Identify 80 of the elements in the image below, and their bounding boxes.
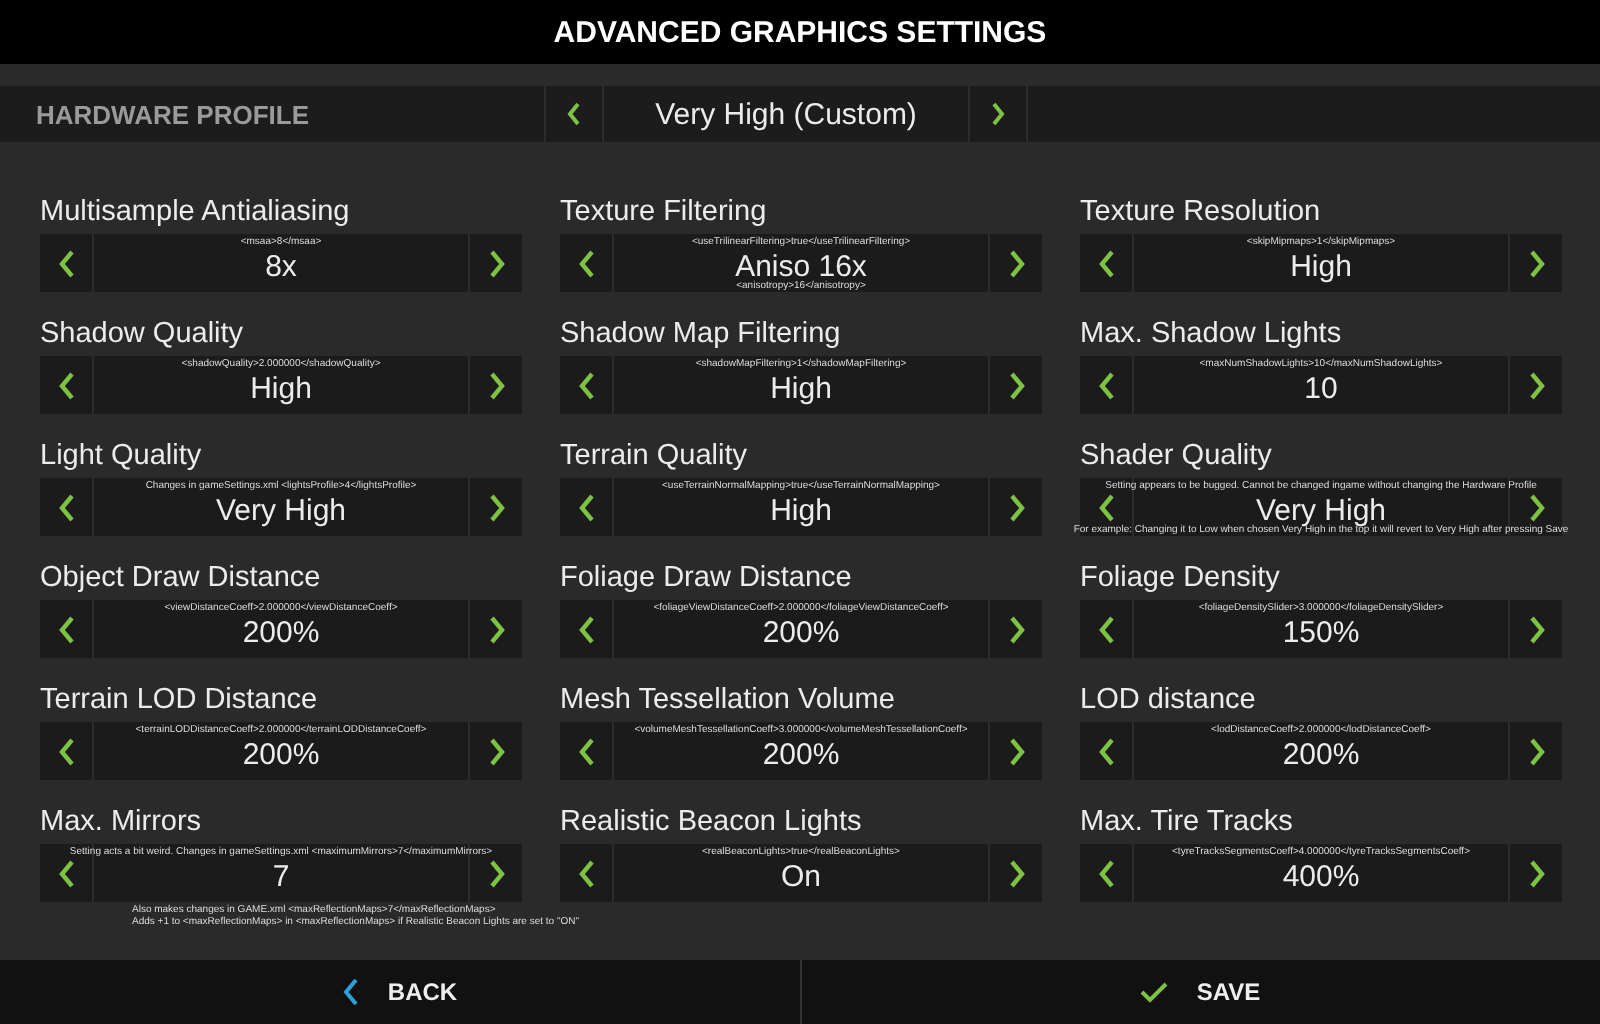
chevron-left-icon	[57, 371, 75, 399]
chevron-right-icon	[1007, 493, 1025, 521]
setting-value: 200%	[762, 738, 840, 772]
setting-label: LOD distance	[1080, 684, 1258, 718]
chevron-right-icon	[1007, 737, 1025, 765]
setting-label: Realistic Beacon Lights	[560, 806, 864, 840]
chevron-right-icon	[1527, 493, 1545, 521]
chevron-left-icon	[577, 737, 595, 765]
chevron-left-icon	[57, 859, 75, 887]
setting-label: Shader Quality	[1080, 440, 1274, 474]
setting-value: Aniso 16x	[735, 250, 867, 284]
chevron-left-icon	[57, 249, 75, 277]
chevron-right-icon	[1007, 859, 1025, 887]
chevron-right-icon	[487, 737, 505, 765]
chevron-right-icon	[1527, 737, 1545, 765]
chevron-left-icon	[577, 615, 595, 643]
chevron-left-icon	[1097, 615, 1115, 643]
window-title: ADVANCED GRAPHICS SETTINGS	[553, 15, 1047, 49]
chevron-left-icon	[577, 371, 595, 399]
chevron-left-icon	[1097, 249, 1115, 277]
chevron-left-icon	[57, 493, 75, 521]
check-icon	[1140, 981, 1169, 1003]
chevron-left-icon	[566, 102, 582, 126]
chevron-right-icon	[1527, 859, 1545, 887]
next-button[interactable]	[968, 86, 1028, 142]
setting-label: Object Draw Distance	[40, 562, 323, 596]
chevron-left-icon	[1097, 493, 1115, 521]
profile-label: HARDWARE PROFILE	[34, 99, 311, 129]
setting-value: 400%	[1282, 860, 1360, 894]
chevron-right-icon	[1007, 249, 1025, 277]
chevron-right-icon	[990, 102, 1006, 126]
chevron-right-icon	[487, 615, 505, 643]
chevron-right-icon	[487, 493, 505, 521]
setting-label: Texture Resolution	[1080, 196, 1323, 230]
setting-label: Terrain Quality	[560, 440, 749, 474]
setting-value: 200%	[242, 616, 320, 650]
setting-value: Very High	[215, 494, 347, 528]
setting-label: Foliage Density	[1080, 562, 1282, 596]
chevron-left-icon	[1097, 371, 1115, 399]
setting-label: Shadow Quality	[40, 318, 246, 352]
chevron-left-icon	[577, 493, 595, 521]
chevron-left-icon	[57, 615, 75, 643]
setting-value: On	[780, 860, 821, 894]
setting-value: High	[770, 372, 832, 406]
chevron-left-icon	[577, 249, 595, 277]
setting-label: Max. Tire Tracks	[1080, 806, 1295, 840]
setting-value: High	[770, 494, 832, 528]
setting-label: Multisample Antialiasing	[40, 196, 352, 230]
previous-button[interactable]	[544, 86, 604, 142]
chevron-right-icon	[487, 371, 505, 399]
setting-label: Shadow Map Filtering	[560, 318, 843, 352]
setting-label: Foliage Draw Distance	[560, 562, 854, 596]
chevron-left-icon	[57, 737, 75, 765]
setting-value: 150%	[1282, 616, 1360, 650]
setting-value: 200%	[762, 616, 840, 650]
chevron-right-icon	[1527, 615, 1545, 643]
setting-label: Mesh Tessellation Volume	[560, 684, 897, 718]
chevron-left-icon	[1097, 859, 1115, 887]
chevron-right-icon	[1007, 371, 1025, 399]
setting-label: Terrain LOD Distance	[40, 684, 320, 718]
chevron-right-icon	[487, 859, 505, 887]
setting-value: 7	[272, 860, 290, 894]
chevron-left-icon	[577, 859, 595, 887]
setting-label: Max. Mirrors	[40, 806, 204, 840]
setting-value: 200%	[1282, 738, 1360, 772]
setting-label: Max. Shadow Lights	[1080, 318, 1344, 352]
chevron-left-icon	[341, 978, 360, 1006]
setting-label: Light Quality	[40, 440, 204, 474]
setting-label: Texture Filtering	[560, 196, 769, 230]
setting-value: 10	[1304, 372, 1338, 406]
setting-value: High	[1290, 250, 1352, 284]
setting-value: 8x	[265, 250, 297, 284]
chevron-right-icon	[1527, 371, 1545, 399]
setting-value: High	[250, 372, 312, 406]
profile-value: Very High (Custom)	[653, 97, 919, 131]
chevron-right-icon	[1007, 615, 1025, 643]
chevron-right-icon	[1527, 249, 1545, 277]
chevron-right-icon	[487, 249, 505, 277]
setting-value: 200%	[242, 738, 320, 772]
chevron-left-icon	[1097, 737, 1115, 765]
